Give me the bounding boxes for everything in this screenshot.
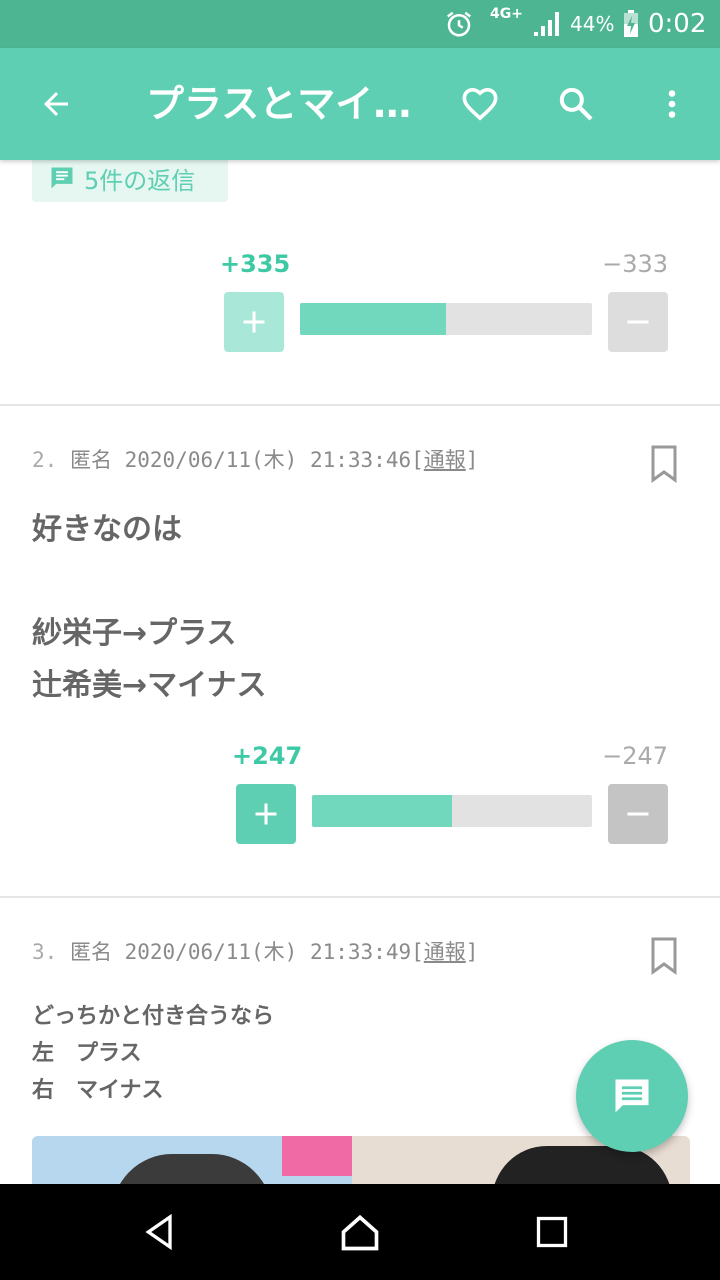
battery-percent: 44% [570, 12, 615, 36]
post-line: どっちかと付き合うなら [32, 1004, 275, 1029]
plus-count: +247 [232, 742, 303, 770]
post-meta: 2. 匿名 2020/06/11(木) 21:33:46[通報] [32, 444, 478, 474]
report-bracket-open: [ [411, 448, 424, 472]
alarm-icon [442, 0, 476, 48]
minus-button[interactable] [608, 784, 668, 844]
minus-icon [627, 812, 649, 816]
post-image[interactable] [32, 1136, 690, 1184]
arrow-back-icon[interactable] [28, 76, 84, 132]
post-line: 辻希美→マイナス [32, 668, 267, 703]
post-line: 左 プラス [32, 1041, 142, 1066]
photo-pink-block [282, 1136, 352, 1176]
page-title: プラスとマイ… [146, 82, 412, 126]
plus-icon [243, 311, 265, 333]
report-link[interactable]: 通報 [424, 940, 466, 964]
post-line: 好きなのは [32, 512, 182, 547]
post-body: どっちかと付き合うなら 左 プラス 右 マイナス [32, 998, 652, 1109]
battery-charging-icon [620, 0, 642, 48]
post-meta: 3. 匿名 2020/06/11(木) 21:33:49[通報] [32, 936, 478, 966]
report-link[interactable]: 通報 [424, 448, 466, 472]
bookmark-icon[interactable] [648, 444, 680, 484]
vote-ratio-fill [300, 303, 447, 335]
vote-ratio-fill [312, 795, 452, 827]
divider [0, 896, 720, 898]
nav-recents-icon[interactable] [522, 1202, 582, 1262]
plus-button[interactable] [236, 784, 296, 844]
nav-back-icon[interactable] [130, 1202, 190, 1262]
search-icon[interactable] [548, 76, 604, 132]
plus-icon [255, 803, 277, 825]
minus-icon [627, 320, 649, 324]
bookmark-icon[interactable] [648, 936, 680, 976]
post-number: 2. [32, 448, 58, 472]
report-bracket-close: ] [465, 940, 479, 964]
comment-fab[interactable] [576, 1040, 688, 1152]
post-datetime: 2020/06/11(木) 21:33:46 [124, 448, 412, 472]
vote-ratio-bar [312, 795, 592, 827]
post-number: 3. [32, 940, 58, 964]
more-vert-icon[interactable] [644, 76, 700, 132]
post-author: 匿名 [69, 448, 112, 472]
post-line [32, 556, 652, 608]
post-line: 右 マイナス [32, 1078, 164, 1103]
clock: 0:02 [648, 9, 707, 39]
status-bar: 4G+ 44% 0:02 [0, 0, 720, 48]
divider [0, 404, 720, 406]
post-body: 好きなのは 紗栄子→プラス 辻希美→マイナス [32, 504, 652, 712]
network-type: 4G+ [490, 6, 523, 22]
app-bar: プラスとマイ… [0, 48, 720, 160]
minus-button[interactable] [608, 292, 668, 352]
vote-ratio-bar [300, 303, 592, 335]
report-bracket-open: [ [411, 940, 424, 964]
minus-count: −247 [602, 742, 668, 770]
signal-icon [532, 0, 564, 48]
minus-count: −333 [602, 250, 668, 278]
post-datetime: 2020/06/11(木) 21:33:49 [124, 940, 412, 964]
replies-chip-label: 5件の返信 [84, 166, 196, 195]
plus-count: +335 [220, 250, 291, 278]
comment-icon [615, 1079, 649, 1113]
comment-icon [51, 167, 73, 189]
post-author: 匿名 [69, 940, 112, 964]
plus-button[interactable] [224, 292, 284, 352]
post-line: 紗栄子→プラス [32, 616, 237, 651]
report-bracket-close: ] [465, 448, 479, 472]
nav-home-icon[interactable] [330, 1202, 390, 1262]
replies-chip[interactable]: 5件の返信 [32, 160, 228, 202]
system-nav-bar [0, 1184, 720, 1280]
heart-icon[interactable] [452, 76, 508, 132]
comment-list: 5件の返信 +335 −333 2. 匿名 2020/06/11(木) 21:3… [0, 160, 720, 1184]
